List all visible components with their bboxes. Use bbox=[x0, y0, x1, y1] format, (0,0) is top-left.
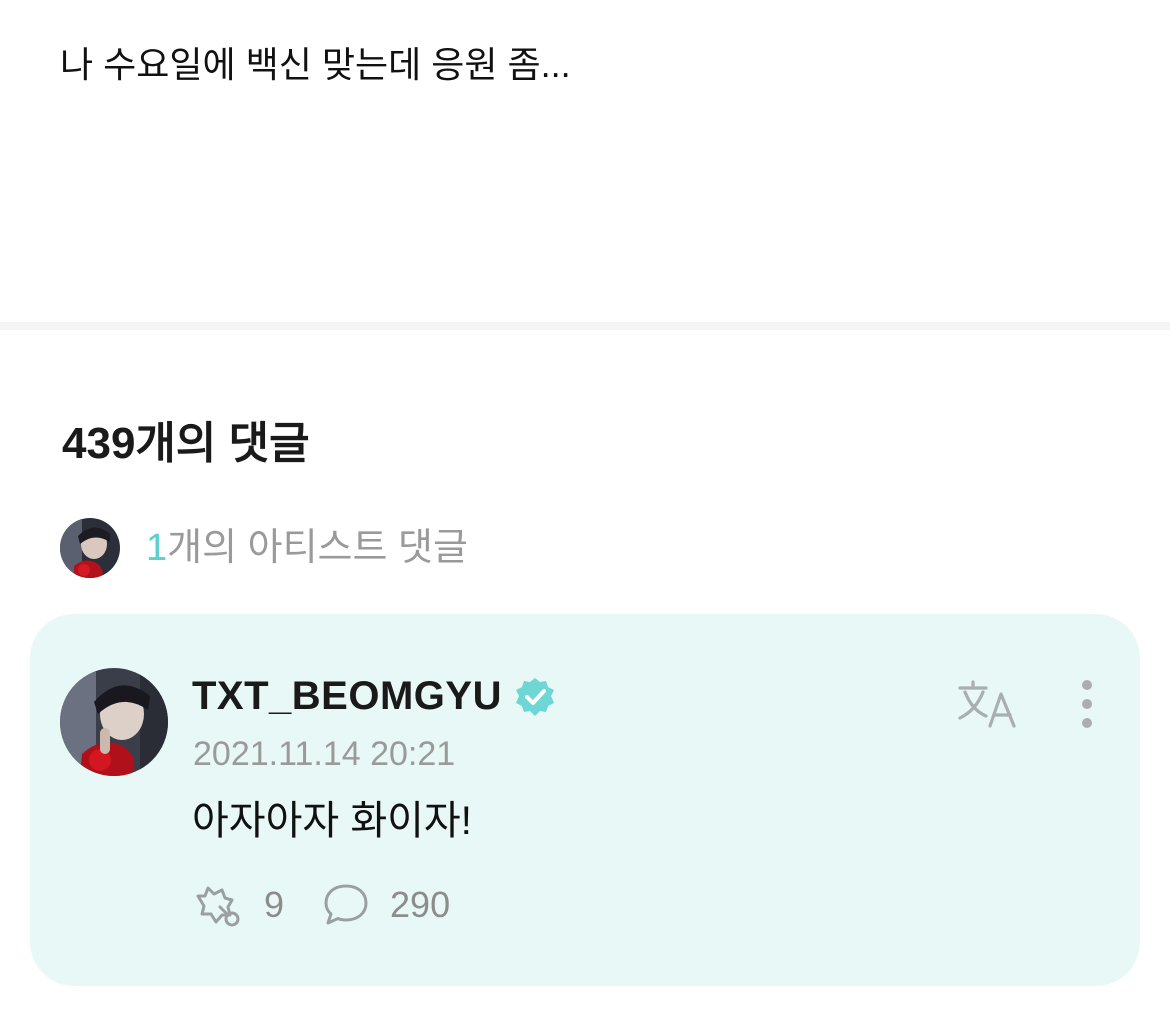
comment-actions: 9 290 bbox=[192, 880, 450, 930]
hand-heart-icon bbox=[196, 886, 240, 927]
artist-comment-card: TXT_BEOMGYU 2021.11.14 20:21 아자아자 화이자! 9… bbox=[30, 614, 1140, 986]
reply-button[interactable]: 290 bbox=[322, 880, 450, 930]
verified-badge-icon bbox=[514, 676, 556, 718]
author-avatar[interactable] bbox=[60, 668, 168, 776]
artist-comments-label: 1개의 아티스트 댓글 bbox=[146, 518, 468, 578]
comment-author-name[interactable]: TXT_BEOMGYU bbox=[192, 672, 502, 720]
speech-bubble-icon bbox=[324, 884, 368, 925]
comment-timestamp: 2021.11.14 20:21 bbox=[193, 735, 456, 773]
more-vertical-icon bbox=[1082, 680, 1092, 728]
more-options-button[interactable] bbox=[1070, 678, 1104, 732]
comments-count-title: 439개의 댓글 bbox=[62, 419, 310, 468]
post-text: 나 수요일에 백신 맞는데 응원 좀... bbox=[60, 44, 571, 85]
like-count: 9 bbox=[264, 884, 285, 925]
comment-text: 아자아자 화이자! bbox=[192, 799, 472, 843]
reply-count: 290 bbox=[390, 884, 451, 925]
section-divider bbox=[0, 322, 1170, 330]
artist-comments-text: 개의 아티스트 댓글 bbox=[167, 527, 468, 569]
translate-icon bbox=[958, 680, 1016, 728]
artist-comments-summary[interactable]: 1개의 아티스트 댓글 bbox=[60, 518, 468, 578]
translate-button[interactable] bbox=[956, 680, 1018, 730]
artist-comments-count: 1 bbox=[146, 527, 168, 569]
artist-avatar-small bbox=[60, 518, 120, 578]
like-button[interactable]: 9 bbox=[192, 880, 284, 930]
